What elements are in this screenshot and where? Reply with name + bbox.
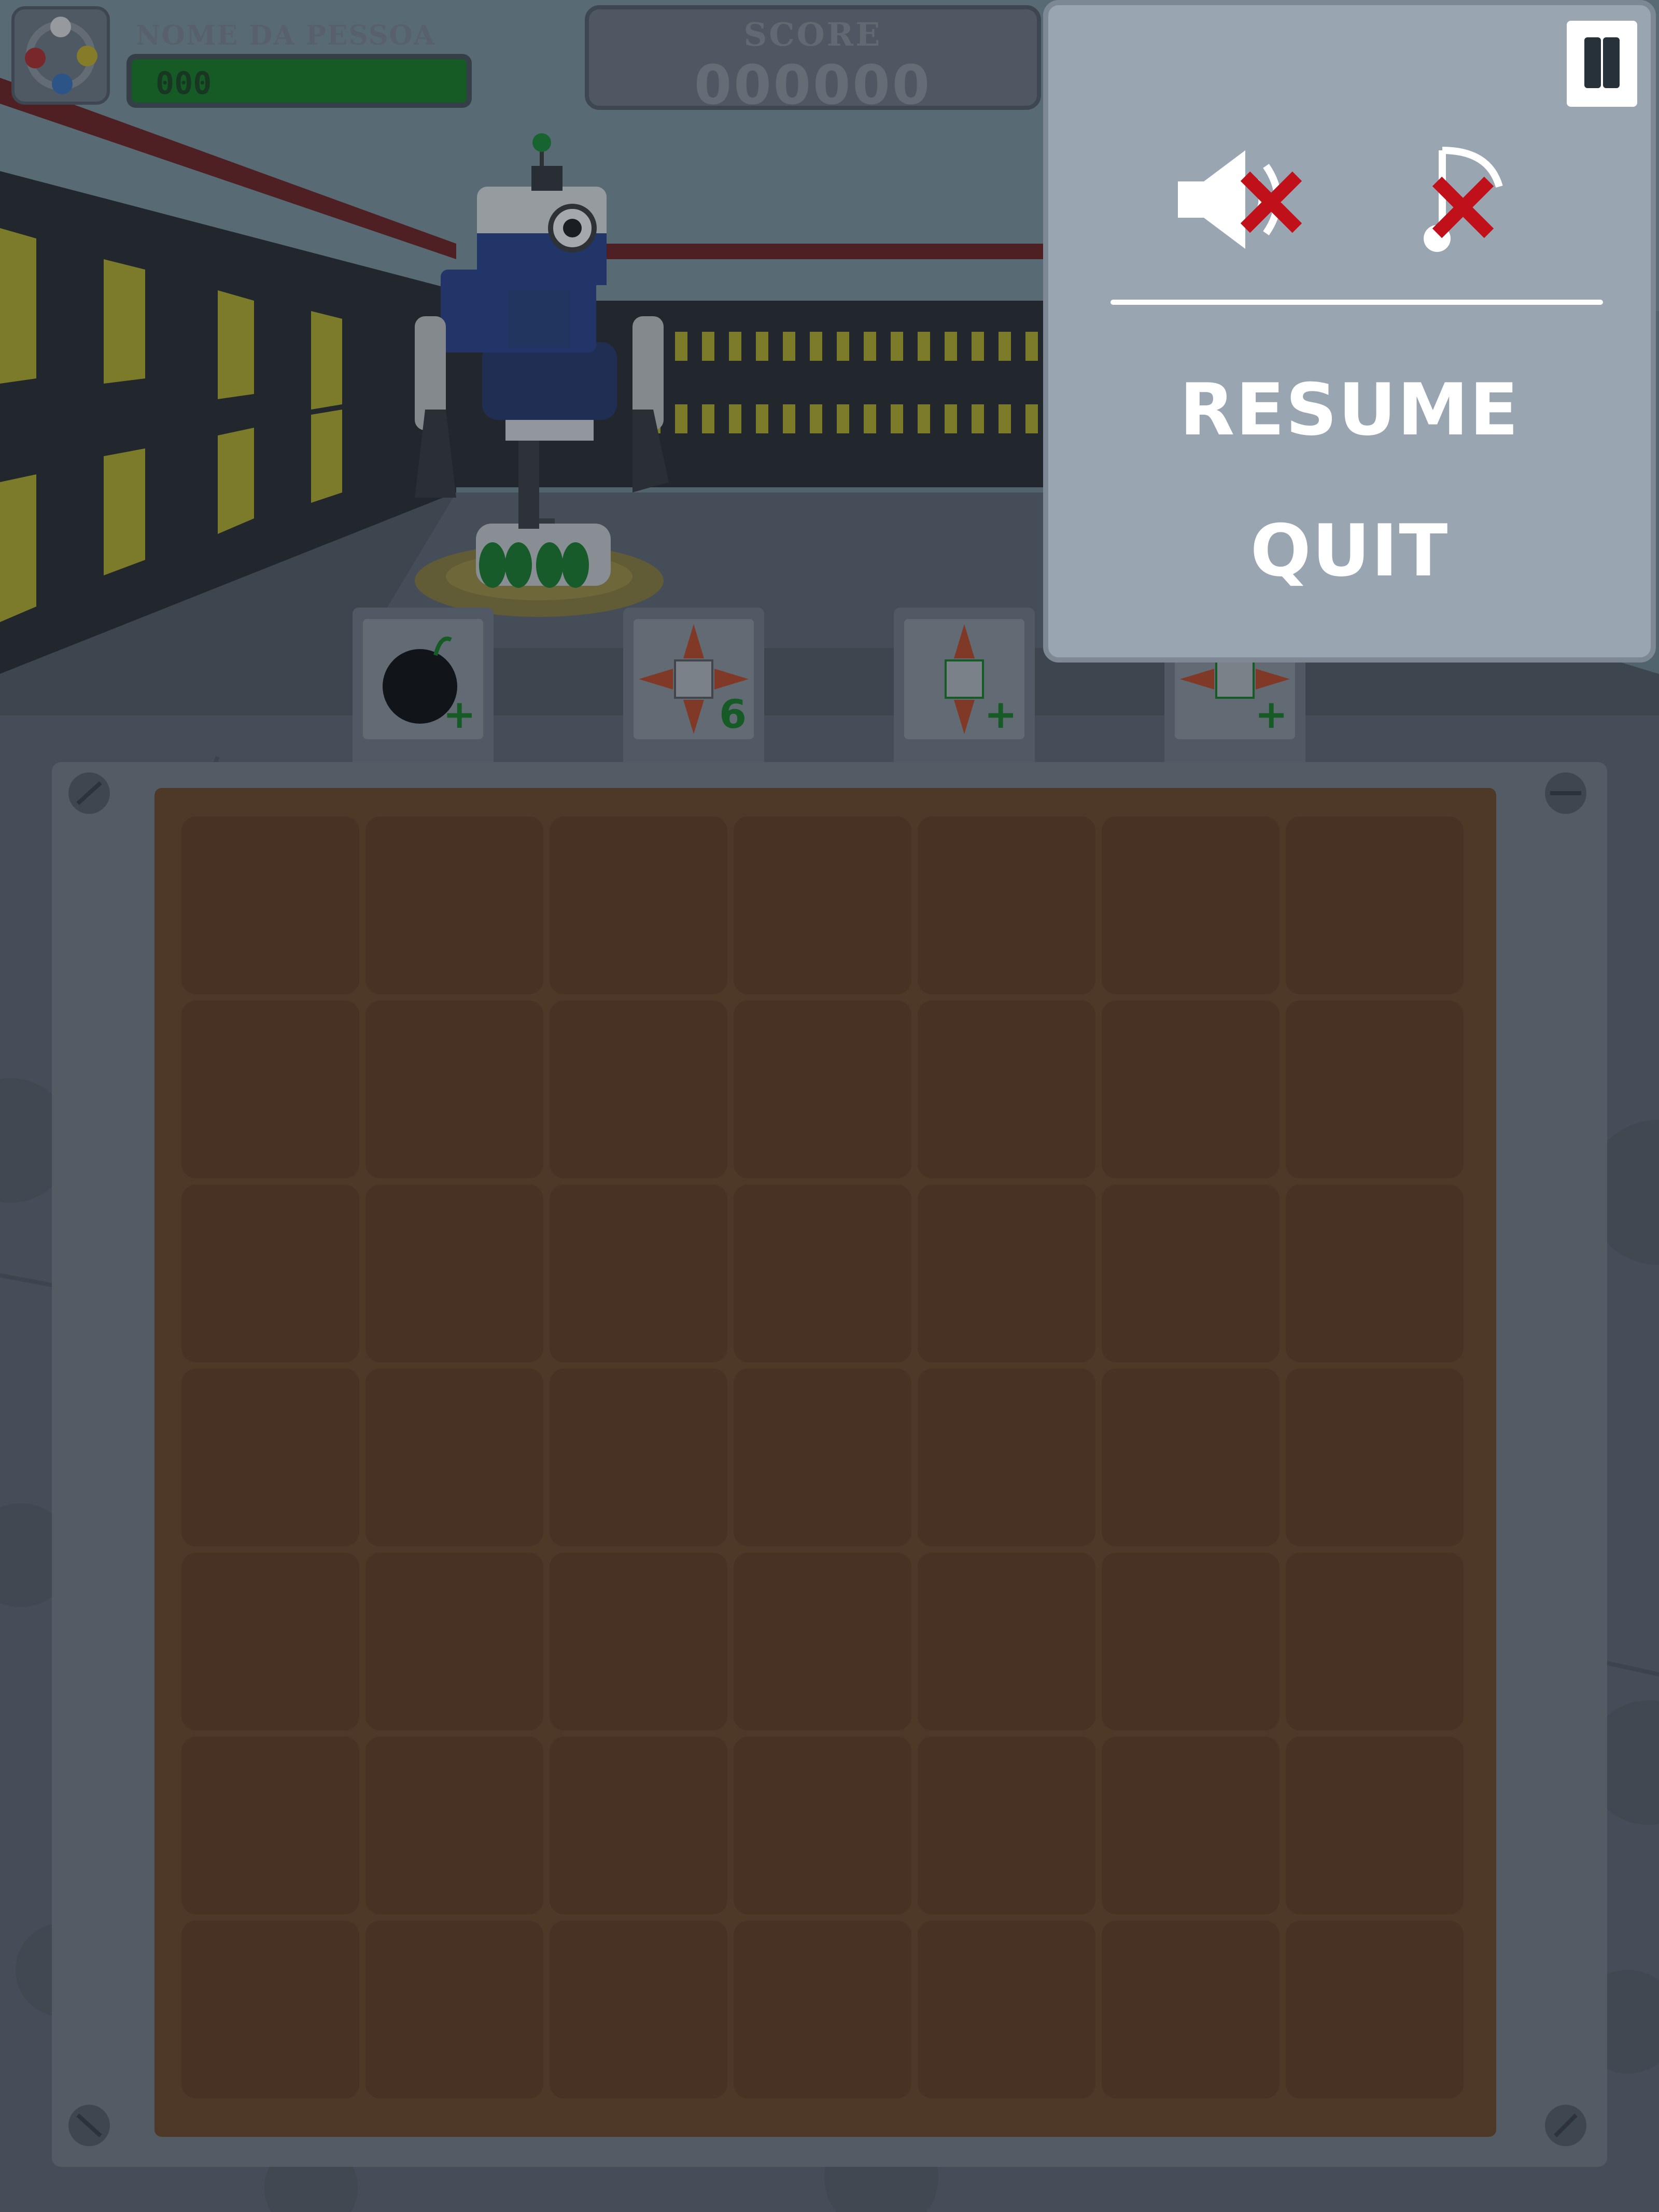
powerup-badge: 6 — [719, 691, 747, 737]
powerup-card: + — [904, 619, 1024, 739]
powerup-card: + — [363, 619, 483, 739]
pause-icon — [1584, 37, 1601, 88]
resume-button[interactable]: RESUME — [1048, 368, 1651, 452]
music-note-muted-icon — [1424, 147, 1503, 252]
player-name: NOME DA PESSOA — [136, 20, 436, 51]
score-label: SCORE — [743, 16, 882, 53]
pause-menu: RESUME QUIT — [1043, 0, 1656, 663]
powerup-badge: + — [1255, 691, 1288, 737]
powerup-card: 6 — [634, 619, 754, 739]
puzzle-board[interactable] — [154, 788, 1496, 2137]
game-screen: + 6 + + NOME DA PESSOA 000 SCORE 000000 … — [0, 0, 1659, 2212]
score-value: 000000 — [694, 53, 932, 117]
hp-fill: 000 — [132, 59, 467, 103]
score-box: SCORE 000000 — [585, 5, 1041, 117]
sound-toggle[interactable] — [1178, 140, 1313, 259]
player-hp-bar: 000 — [126, 54, 472, 108]
powerup-slot-cross-rocket[interactable]: 6 — [623, 608, 764, 762]
powerup-badge: + — [443, 691, 476, 737]
menu-divider — [1110, 300, 1603, 305]
speaker-muted-icon — [1178, 150, 1302, 249]
powerup-slot-vertical-rocket[interactable]: + — [894, 608, 1035, 762]
quit-button[interactable]: QUIT — [1048, 509, 1651, 593]
pause-button[interactable] — [1567, 21, 1637, 107]
hp-value: 000 — [156, 65, 212, 102]
music-toggle[interactable] — [1422, 140, 1525, 259]
player-avatar[interactable] — [11, 6, 110, 105]
powerup-slot-bomb[interactable]: + — [353, 608, 494, 762]
powerup-badge: + — [984, 691, 1017, 737]
avatar-badge-icon — [25, 17, 97, 94]
